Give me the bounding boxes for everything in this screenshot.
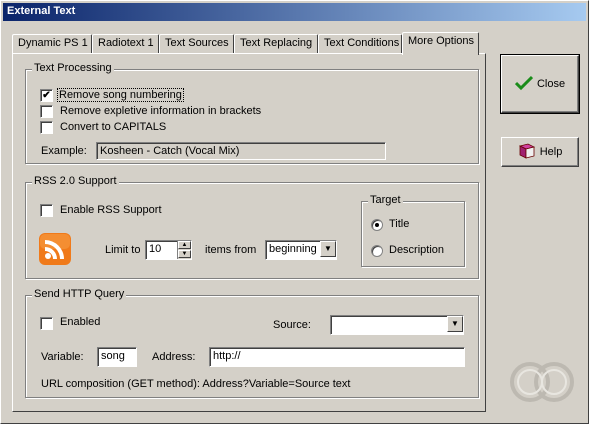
- group-title: Send HTTP Query: [32, 288, 127, 300]
- http-query-group: Send HTTP Query Enabled Source: ▼ Variab…: [25, 288, 479, 398]
- url-composition-hint: URL composition (GET method): Address?Va…: [41, 378, 351, 390]
- target-title-label[interactable]: Title: [389, 218, 409, 230]
- limit-to-label: Limit to: [105, 244, 141, 256]
- tab-text-conditions[interactable]: Text Conditions: [318, 34, 402, 53]
- spin-down-icon[interactable]: ▼: [178, 250, 191, 258]
- http-enabled-label[interactable]: Enabled: [60, 316, 100, 328]
- app-logo-icon: [506, 358, 578, 406]
- help-book-icon: [518, 143, 536, 162]
- close-button-label: Close: [536, 78, 566, 90]
- close-button[interactable]: Close: [500, 54, 580, 114]
- tab-text-sources[interactable]: Text Sources: [159, 34, 234, 53]
- items-from-label: items from: [205, 244, 257, 256]
- source-label: Source:: [273, 319, 311, 331]
- group-title: Text Processing: [32, 62, 114, 74]
- limit-value[interactable]: 10: [149, 243, 161, 255]
- convert-capitals-label[interactable]: Convert to CAPITALS: [60, 121, 166, 133]
- example-field: Kosheen - Catch (Vocal Mix): [96, 142, 386, 160]
- tab-label: Text Conditions: [324, 37, 400, 49]
- remove-expletive-checkbox[interactable]: [40, 105, 53, 118]
- convert-capitals-checkbox[interactable]: [40, 121, 53, 134]
- tab-label: More Options: [408, 35, 475, 47]
- example-value: Kosheen - Catch (Vocal Mix): [100, 145, 240, 157]
- limit-spin-buttons[interactable]: ▲ ▼: [177, 241, 191, 259]
- tab-dynamic-ps-1[interactable]: Dynamic PS 1: [12, 34, 92, 53]
- target-description-radio[interactable]: [371, 245, 383, 257]
- checkmark-icon: [514, 75, 533, 94]
- items-from-value: beginning: [269, 243, 317, 255]
- target-description-label[interactable]: Description: [389, 244, 444, 256]
- limit-spinner[interactable]: 10 ▲ ▼: [145, 240, 192, 260]
- variable-label: Variable:: [41, 351, 84, 363]
- variable-value[interactable]: song: [101, 350, 125, 362]
- target-title-radio[interactable]: [371, 219, 383, 231]
- tab-label: Radiotext 1: [98, 37, 154, 49]
- variable-input[interactable]: song: [97, 347, 137, 367]
- tab-label: Text Sources: [165, 37, 229, 49]
- text-processing-group: Text Processing ✔ Remove song numbering …: [25, 62, 479, 164]
- radio-dot: [375, 223, 379, 227]
- tab-panel-more-options: Text Processing ✔ Remove song numbering …: [12, 53, 486, 412]
- spin-up-icon[interactable]: ▲: [178, 241, 191, 249]
- group-title: RSS 2.0 Support: [32, 175, 119, 187]
- items-from-select[interactable]: beginning ▼: [265, 240, 337, 260]
- address-input[interactable]: http://: [209, 347, 465, 367]
- tab-label: Dynamic PS 1: [18, 37, 88, 49]
- tab-more-options[interactable]: More Options: [402, 32, 479, 55]
- help-button-label: Help: [539, 146, 563, 158]
- help-button-content: Help: [502, 138, 578, 166]
- tab-text-replacing[interactable]: Text Replacing: [234, 34, 318, 53]
- dialog-window: External Text Dynamic PS 1 Radiotext 1 T…: [0, 0, 589, 424]
- http-enabled-checkbox[interactable]: [40, 317, 53, 330]
- address-value[interactable]: http://: [213, 350, 241, 362]
- source-select[interactable]: ▼: [330, 315, 464, 335]
- address-label: Address:: [152, 351, 196, 363]
- remove-song-numbering-label[interactable]: Remove song numbering: [57, 88, 184, 102]
- rss-feed-icon: [39, 233, 71, 265]
- enable-rss-label[interactable]: Enable RSS Support: [60, 204, 162, 216]
- chevron-down-icon[interactable]: ▼: [320, 241, 336, 257]
- remove-expletive-label[interactable]: Remove expletive information in brackets: [60, 105, 261, 117]
- tab-label: Text Replacing: [240, 37, 313, 49]
- title-bar[interactable]: External Text: [3, 3, 586, 21]
- group-title: Target: [368, 194, 403, 206]
- example-label: Example:: [41, 145, 87, 157]
- rss-support-group: RSS 2.0 Support Enable RSS Support Limit…: [25, 175, 479, 279]
- target-group: Target Title Description: [361, 194, 465, 267]
- help-button[interactable]: Help: [501, 137, 579, 167]
- chevron-down-icon[interactable]: ▼: [447, 316, 463, 332]
- remove-song-numbering-checkbox[interactable]: ✔: [40, 89, 53, 102]
- enable-rss-checkbox[interactable]: [40, 204, 53, 217]
- tab-radiotext-1[interactable]: Radiotext 1: [92, 34, 159, 53]
- window-title: External Text: [7, 5, 76, 17]
- close-button-content: Close: [502, 56, 578, 112]
